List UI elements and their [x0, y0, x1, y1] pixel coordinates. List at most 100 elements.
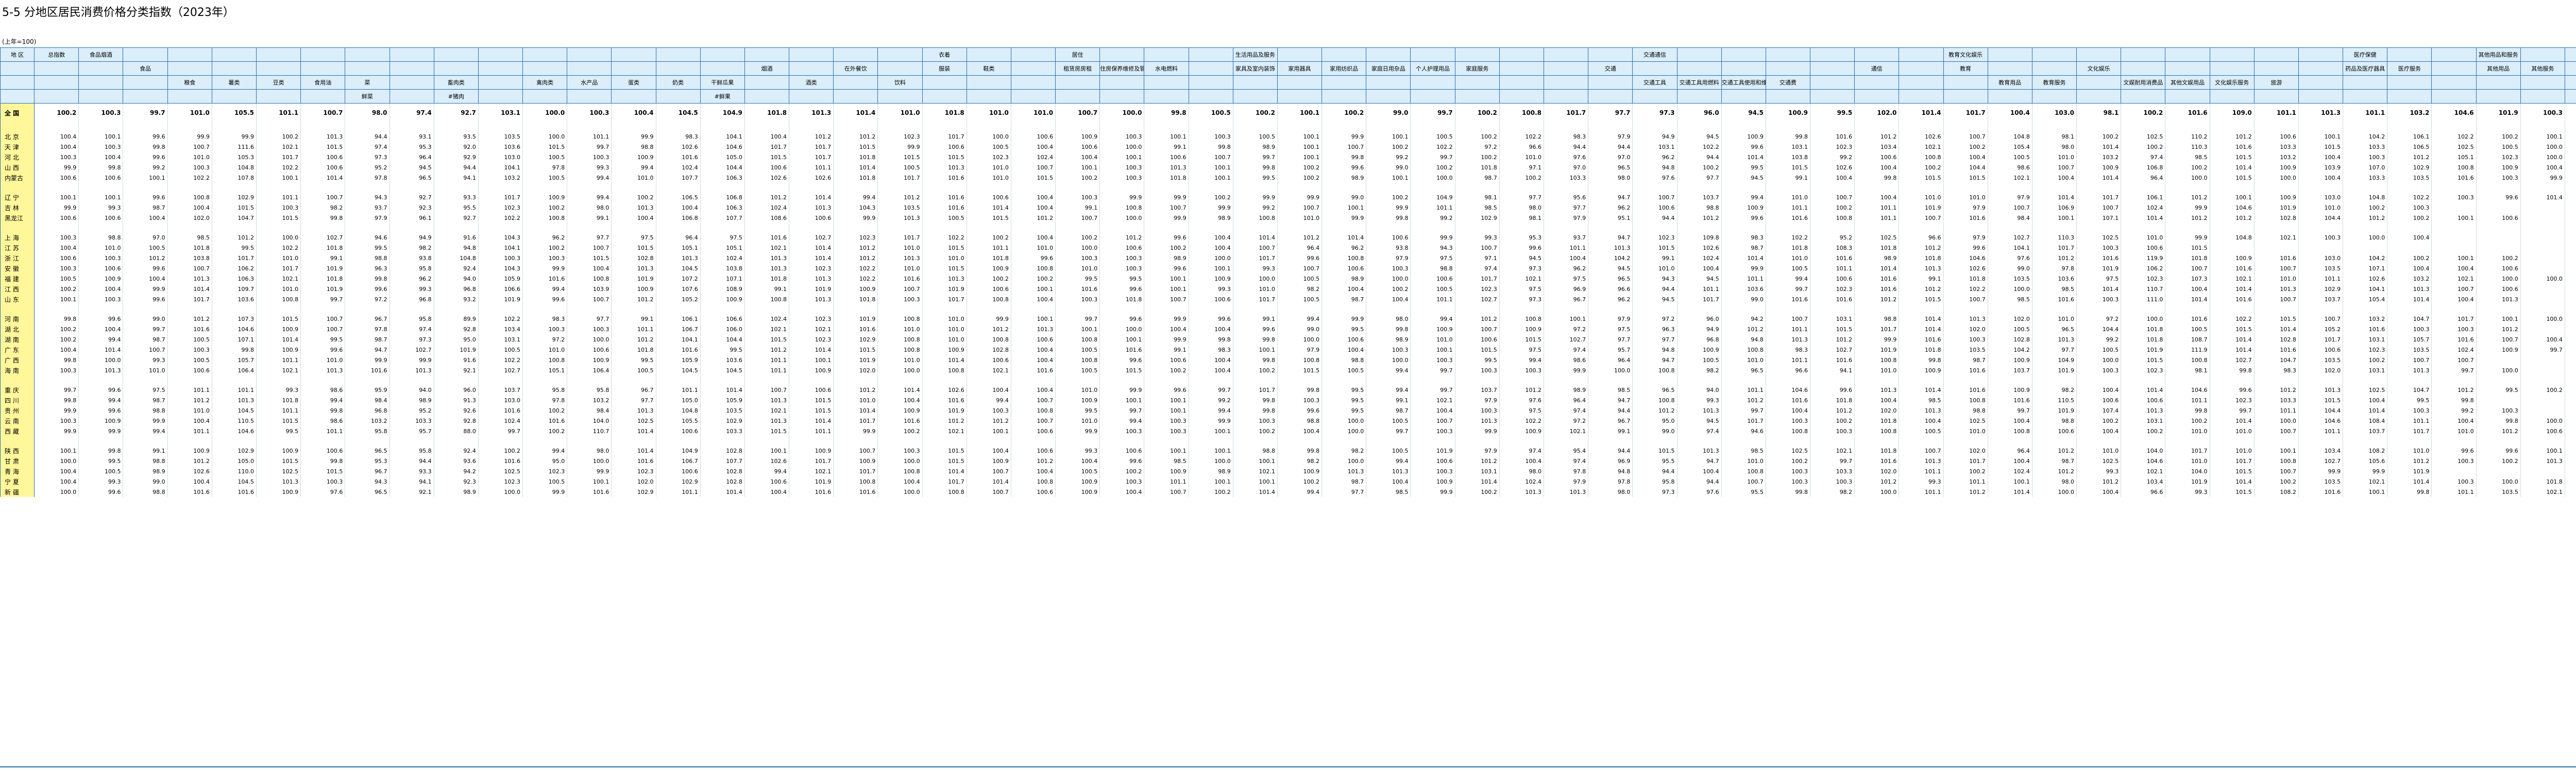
index-value: [2564, 232, 2576, 243]
index-value: 101.6: [2253, 345, 2299, 355]
index-value: 104.2: [2343, 131, 2388, 142]
index-value: 92.7: [389, 192, 434, 202]
header-cell: [1499, 47, 1544, 62]
index-value: 101.0: [1899, 192, 1944, 202]
index-value: 102.1: [789, 466, 834, 476]
index-value: 100.7: [2253, 466, 2299, 476]
index-value: 106.4: [567, 365, 612, 375]
index-value: 100.1: [1099, 152, 1145, 162]
index-value: [2476, 232, 2521, 243]
index-value: [2209, 243, 2255, 253]
index-value: 103.5: [478, 131, 523, 142]
spacer-cell: [1144, 122, 1189, 131]
index-value: 101.7: [2031, 243, 2077, 253]
index-value: 109.7: [211, 284, 257, 294]
index-value: 100.4: [1188, 365, 1233, 375]
index-value: 102.8: [2253, 334, 2299, 345]
index-value: 100.9: [1721, 131, 1766, 142]
index-value: 101.6: [1765, 294, 1811, 304]
index-value: 103.2: [345, 416, 390, 426]
header-cell: [2343, 75, 2388, 90]
header-cell: [1943, 75, 1988, 90]
index-value: 101.2: [167, 314, 212, 324]
spacer-cell: [345, 183, 390, 192]
index-value: 100.6: [1144, 152, 1189, 162]
index-value: 102.5: [1765, 446, 1811, 456]
spacer-cell: [655, 304, 701, 314]
index-value: 102.5: [2431, 142, 2477, 152]
index-value: 100.5: [922, 213, 967, 223]
index-value: 99.4: [1721, 192, 1766, 202]
index-value: 100.1: [1144, 284, 1189, 294]
region-name: 上 海: [0, 232, 35, 243]
index-value: 94.5: [1676, 273, 1722, 284]
index-value: 100.5: [1366, 446, 1411, 456]
index-value: 100.2: [1188, 192, 1233, 202]
index-value: 100.1: [1987, 476, 2032, 487]
index-value: 96.8: [1676, 334, 1722, 345]
index-value: 101.3: [1144, 162, 1189, 173]
index-value: 99.9: [78, 426, 124, 436]
index-value: 101.8: [2121, 324, 2166, 334]
index-value: 100.5: [2076, 345, 2122, 355]
index-value: 102.7: [2298, 456, 2344, 466]
index-value: [2564, 192, 2576, 202]
index-value: 101.5: [1943, 173, 1988, 183]
index-value: 99.7: [1721, 405, 1766, 416]
index-value: 99.9: [1188, 416, 1233, 426]
index-value: [2520, 213, 2565, 223]
index-value: 100.1: [34, 446, 79, 456]
index-value: 97.8: [345, 324, 390, 334]
index-value: 100.0: [2031, 487, 2077, 497]
index-value: 100.6: [300, 446, 346, 456]
index-value: 101.6: [1943, 213, 1988, 223]
index-value: 100.4: [744, 131, 790, 142]
header-cell: [2298, 61, 2344, 76]
index-value: 101.8: [922, 103, 967, 122]
index-value: 94.1: [1810, 365, 1855, 375]
spacer-cell: [1188, 304, 1233, 314]
index-value: 99.5: [78, 456, 124, 466]
spacer-cell: [300, 436, 346, 446]
index-value: 100.6: [1410, 273, 1455, 284]
index-value: 100.3: [34, 416, 79, 426]
index-value: 102.0: [1854, 405, 1900, 416]
spacer-cell: [1277, 436, 1323, 446]
index-value: 99.7: [2209, 405, 2255, 416]
index-value: 99.8: [1854, 173, 1900, 183]
index-value: 100.5: [522, 476, 568, 487]
index-value: 103.6: [700, 355, 745, 365]
index-value: 99.5: [1721, 162, 1766, 173]
index-value: 100.8: [2165, 355, 2210, 365]
index-value: 100.8: [1765, 426, 1811, 436]
index-value: 101.4: [2209, 284, 2255, 294]
index-value: 101.6: [567, 487, 612, 497]
index-value: 97.8: [522, 395, 568, 405]
index-value: 102.9: [1454, 213, 1500, 223]
index-value: 103.5: [877, 202, 923, 213]
header-cell: [567, 47, 612, 62]
spacer-cell: [1055, 436, 1100, 446]
header-cell: 医疗保健: [2343, 47, 2388, 62]
index-value: 100.4: [2076, 426, 2122, 436]
index-value: [2564, 243, 2576, 253]
index-value: 100.0: [2520, 314, 2565, 324]
index-value: 99.0: [123, 476, 168, 487]
index-value: 107.1: [2076, 213, 2122, 223]
index-value: 102.1: [1410, 395, 1455, 405]
table-title: 5-5 分地区居民消费价格分类指数（2023年）: [2, 6, 234, 19]
index-value: 100.6: [78, 213, 124, 223]
index-value: 101.2: [1943, 487, 1988, 497]
header-cell: [2564, 47, 2576, 62]
spacer-cell: [2431, 223, 2477, 232]
index-value: 100.2: [2121, 142, 2166, 152]
header-cell: [1810, 61, 1855, 76]
spacer-cell: [611, 375, 656, 385]
spacer-cell: [478, 304, 523, 314]
index-value: 99.5: [256, 426, 301, 436]
index-value: 101.4: [2076, 284, 2122, 294]
index-value: 101.8: [2520, 476, 2565, 487]
index-value: 101.2: [211, 232, 257, 243]
index-value: 103.3: [2343, 173, 2388, 183]
index-value: 100.3: [567, 103, 612, 122]
